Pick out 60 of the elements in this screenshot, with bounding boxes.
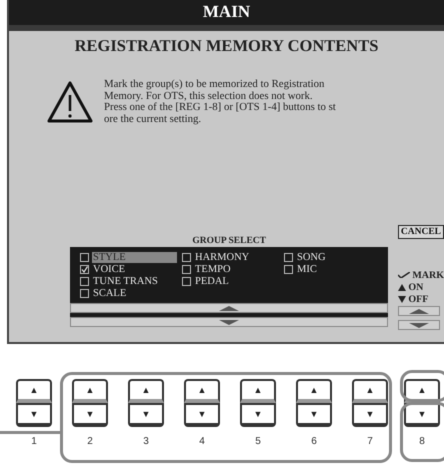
group-option[interactable]: SONG bbox=[296, 252, 326, 262]
legend-label: ON bbox=[408, 282, 424, 292]
button-number: 1 bbox=[31, 436, 37, 448]
checkbox[interactable] bbox=[80, 264, 89, 274]
dialog-title: REGISTRATION MEMORY CONTENTS bbox=[74, 36, 378, 56]
button-number: 8 bbox=[419, 436, 425, 448]
off-button[interactable] bbox=[398, 320, 440, 330]
group-option[interactable]: TUNE TRANS bbox=[92, 276, 158, 286]
check-icon bbox=[398, 272, 410, 278]
cancel-button[interactable]: CANCEL bbox=[398, 225, 444, 239]
group-option[interactable]: TEMPO bbox=[194, 264, 231, 274]
down-button[interactable]: ▼ bbox=[72, 403, 108, 427]
up-triangle-icon bbox=[219, 306, 240, 310]
group-select-title: GROUP SELECT bbox=[192, 236, 266, 247]
down-button[interactable]: ▼ bbox=[128, 403, 164, 427]
warning-icon bbox=[47, 80, 93, 124]
checkbox[interactable] bbox=[80, 288, 89, 298]
down-button[interactable]: ▼ bbox=[352, 403, 388, 427]
group-option[interactable]: VOICE bbox=[92, 264, 126, 274]
up-button[interactable]: ▲ bbox=[72, 379, 108, 403]
up-button[interactable]: ▲ bbox=[240, 379, 276, 403]
legend-label: MARK bbox=[412, 270, 444, 280]
button-number: 7 bbox=[367, 436, 373, 448]
checkbox[interactable] bbox=[182, 276, 191, 286]
up-button[interactable]: ▲ bbox=[184, 379, 220, 403]
down-button[interactable]: ▼ bbox=[240, 403, 276, 427]
group-option[interactable]: SCALE bbox=[92, 288, 126, 298]
up-button[interactable]: ▲ bbox=[16, 379, 52, 403]
checkbox[interactable] bbox=[80, 252, 89, 262]
button-number: 6 bbox=[311, 436, 317, 448]
on-button[interactable] bbox=[398, 306, 440, 316]
checkbox[interactable] bbox=[80, 276, 89, 286]
checkbox[interactable] bbox=[182, 252, 191, 262]
up-triangle-icon bbox=[409, 308, 430, 314]
group-option[interactable]: HARMONY bbox=[194, 252, 250, 262]
down-button[interactable]: ▼ bbox=[184, 403, 220, 427]
message-text: Mark the group(s) to be memorized to Registration Memory. For OTS, this selection does not work. Press one of the [REG 1-8] or [OTS 1-4] buttons to st ore the current setting. bbox=[104, 79, 337, 125]
button-number: 5 bbox=[255, 436, 261, 448]
screen-title: MAIN bbox=[202, 1, 250, 23]
up-button[interactable]: ▲ bbox=[296, 379, 332, 403]
down-triangle-icon bbox=[219, 320, 240, 324]
button-number: 3 bbox=[143, 436, 149, 448]
group-option[interactable]: PEDAL bbox=[194, 276, 229, 286]
down-button[interactable]: ▼ bbox=[296, 403, 332, 427]
group-option[interactable]: STYLE bbox=[92, 252, 177, 262]
callout-line bbox=[0, 431, 61, 434]
down-triangle-icon bbox=[409, 322, 430, 328]
group-option[interactable]: MIC bbox=[296, 264, 317, 274]
checkbox[interactable] bbox=[284, 264, 293, 274]
up-button[interactable]: ▲ bbox=[128, 379, 164, 403]
checkbox[interactable] bbox=[182, 264, 191, 274]
down-button[interactable]: ▼ bbox=[16, 403, 52, 427]
up-button[interactable]: ▲ bbox=[352, 379, 388, 403]
checkbox[interactable] bbox=[284, 252, 293, 262]
legend-label: OFF bbox=[408, 294, 428, 304]
button-number: 2 bbox=[87, 436, 93, 448]
down-button[interactable]: ▼ bbox=[404, 403, 440, 427]
up-triangle-icon bbox=[398, 284, 406, 290]
button-number: 4 bbox=[199, 436, 205, 448]
down-triangle-icon bbox=[398, 296, 406, 302]
